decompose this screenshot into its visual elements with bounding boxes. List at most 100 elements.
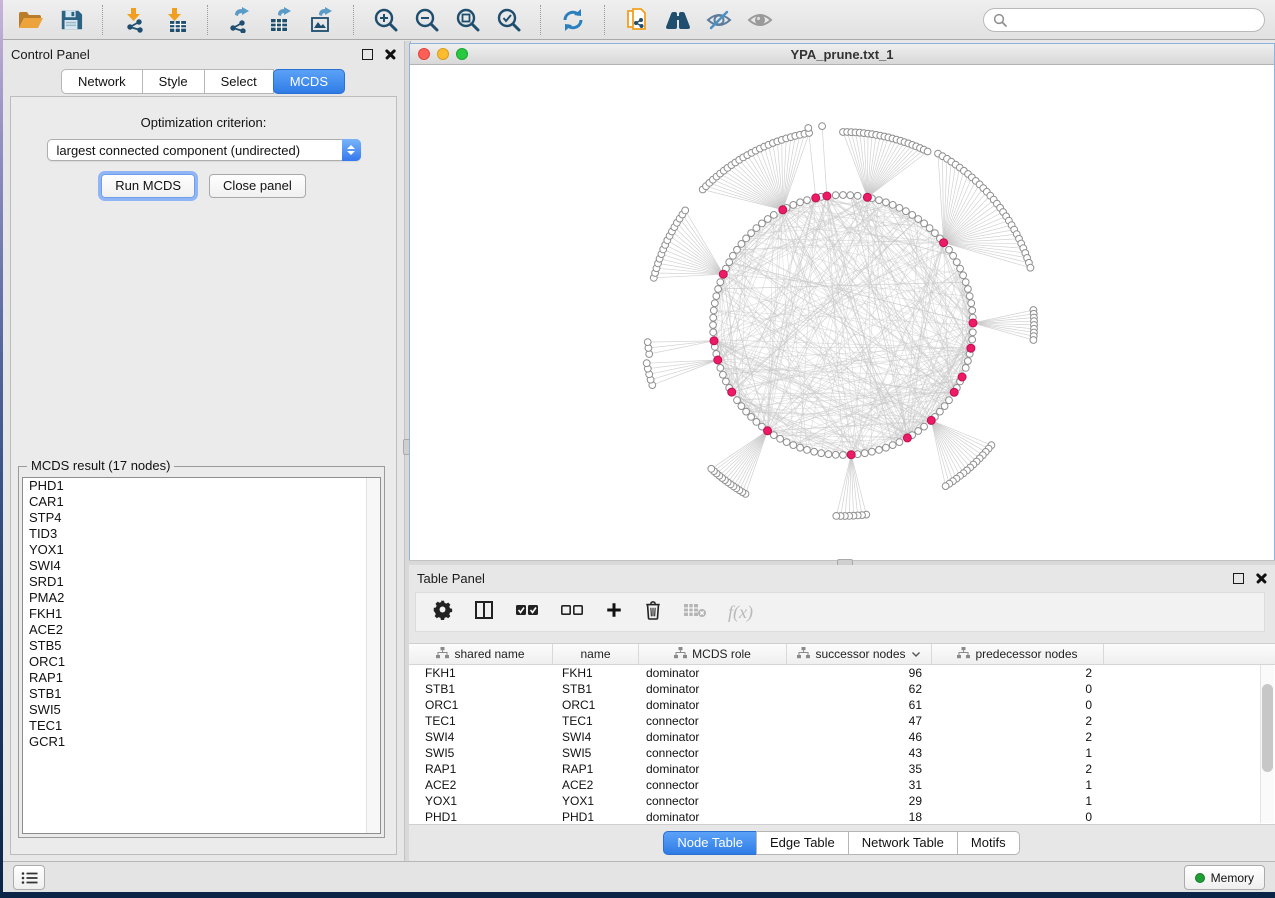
memory-button[interactable]: Memory (1184, 865, 1265, 890)
save-icon[interactable] (54, 4, 88, 36)
toolbar-separator (540, 5, 542, 35)
network-titlebar[interactable]: YPA_prune.txt_1 (410, 44, 1274, 65)
table-row[interactable]: ORC1ORC1dominator610 (409, 697, 1275, 713)
import-network-icon[interactable] (118, 4, 152, 36)
zoom-selected-icon[interactable] (492, 4, 526, 36)
find-icon[interactable] (661, 4, 695, 36)
table-row[interactable]: STB1STB1dominator620 (409, 681, 1275, 697)
table-row[interactable]: PHD1PHD1dominator180 (409, 809, 1275, 825)
mcds-result-item[interactable]: ORC1 (23, 654, 380, 670)
main-toolbar (3, 0, 1275, 40)
close-panel-button[interactable]: Close panel (209, 174, 306, 198)
mcds-result-item[interactable]: GCR1 (23, 734, 380, 750)
tab-network[interactable]: Network (61, 69, 143, 94)
show-all-icon[interactable] (743, 4, 777, 36)
scrollbar-thumb[interactable] (1262, 684, 1273, 772)
criterion-dropdown[interactable]: largest connected component (undirected) (47, 139, 361, 161)
status-bar: Memory (3, 861, 1275, 892)
hide-selected-icon[interactable] (702, 4, 736, 36)
table-row[interactable]: ACE2ACE2connector311 (409, 777, 1275, 793)
mcds-result-item[interactable]: STP4 (23, 510, 380, 526)
dropdown-stepper-icon (342, 139, 361, 161)
mcds-result-item[interactable]: PMA2 (23, 590, 380, 606)
tab-motifs[interactable]: Motifs (957, 831, 1020, 855)
zoom-in-icon[interactable] (369, 4, 403, 36)
mcds-result-item[interactable]: STB5 (23, 638, 380, 654)
table-panel-title: Table Panel (417, 571, 485, 586)
table-body: FKH1FKH1dominator962STB1STB1dominator620… (409, 665, 1275, 825)
control-panel-titlebar: Control Panel (3, 41, 404, 67)
mcds-panel: Optimization criterion: largest connecte… (10, 96, 397, 855)
column-header-name[interactable]: name (553, 644, 639, 664)
refresh-layout-icon[interactable] (556, 4, 590, 36)
tab-mcds[interactable]: MCDS (273, 69, 345, 94)
add-row-icon[interactable] (605, 601, 623, 624)
clone-network-icon[interactable] (620, 4, 654, 36)
tab-network-table[interactable]: Network Table (848, 831, 958, 855)
network-window: YPA_prune.txt_1 (409, 43, 1275, 560)
column-header-shared-name[interactable]: shared name (409, 644, 553, 664)
column-header-MCDS-role[interactable]: MCDS role (639, 644, 787, 664)
table-header: shared namenameMCDS rolesuccessor nodesp… (409, 644, 1275, 665)
network-canvas[interactable] (410, 65, 1274, 561)
toolbar-separator (102, 5, 104, 35)
table-row[interactable]: SWI5SWI5connector431 (409, 745, 1275, 761)
table-row[interactable]: FKH1FKH1dominator962 (409, 665, 1275, 681)
gear-icon[interactable] (432, 599, 453, 625)
mcds-list-scrollbar[interactable] (366, 478, 380, 833)
mcds-result-item[interactable]: STB1 (23, 686, 380, 702)
optimization-label: Optimization criterion: (11, 115, 396, 130)
mcds-result-item[interactable]: PHD1 (23, 478, 380, 494)
select-all-icon[interactable] (515, 603, 539, 622)
float-panel-icon[interactable] (1233, 573, 1244, 584)
mcds-result-item[interactable]: SWI4 (23, 558, 380, 574)
export-table-icon[interactable] (264, 4, 298, 36)
network-window-title: YPA_prune.txt_1 (410, 47, 1274, 62)
close-panel-icon[interactable] (385, 49, 396, 60)
mcds-result-item[interactable]: SRD1 (23, 574, 380, 590)
mcds-result-list[interactable]: PHD1CAR1STP4TID3YOX1SWI4SRD1PMA2FKH1ACE2… (22, 477, 381, 834)
export-network-icon[interactable] (223, 4, 257, 36)
control-tabs: NetworkStyleSelectMCDS (3, 69, 404, 94)
search-field[interactable] (983, 8, 1265, 32)
column-header-successor-nodes[interactable]: successor nodes (787, 644, 932, 664)
mcds-result-item[interactable]: CAR1 (23, 494, 380, 510)
mcds-result-item[interactable]: TEC1 (23, 718, 380, 734)
mcds-result-item[interactable]: TID3 (23, 526, 380, 542)
toolbar-separator (353, 5, 355, 35)
mcds-result-item[interactable]: YOX1 (23, 542, 380, 558)
close-panel-icon[interactable] (1256, 573, 1267, 584)
table-scrollbar[interactable] (1260, 665, 1274, 823)
export-image-icon[interactable] (305, 4, 339, 36)
tab-edge-table[interactable]: Edge Table (756, 831, 849, 855)
task-history-button[interactable] (13, 865, 45, 890)
node-table: shared namenameMCDS rolesuccessor nodesp… (409, 643, 1275, 825)
table-row[interactable]: SWI4SWI4dominator462 (409, 729, 1275, 745)
table-row[interactable]: TEC1TEC1connector472 (409, 713, 1275, 729)
zoom-out-icon[interactable] (410, 4, 444, 36)
mcds-result-item[interactable]: RAP1 (23, 670, 380, 686)
mcds-result-group: MCDS result (17 nodes) PHD1CAR1STP4TID3Y… (18, 466, 385, 838)
delete-row-icon[interactable] (644, 600, 662, 625)
float-panel-icon[interactable] (362, 49, 373, 60)
mcds-result-item[interactable]: FKH1 (23, 606, 380, 622)
deselect-all-icon[interactable] (560, 603, 584, 622)
list-icon (21, 871, 38, 885)
table-row[interactable]: YOX1YOX1connector291 (409, 793, 1275, 809)
tab-select[interactable]: Select (204, 69, 274, 94)
mcds-result-item[interactable]: SWI5 (23, 702, 380, 718)
open-icon[interactable] (13, 4, 47, 36)
criterion-value: largest connected component (undirected) (48, 143, 342, 158)
column-header-predecessor-nodes[interactable]: predecessor nodes (932, 644, 1104, 664)
tab-node-table[interactable]: Node Table (663, 831, 757, 855)
mcds-result-item[interactable]: ACE2 (23, 622, 380, 638)
zoom-fit-icon[interactable] (451, 4, 485, 36)
table-row[interactable]: RAP1RAP1dominator352 (409, 761, 1275, 777)
tab-style[interactable]: Style (142, 69, 205, 94)
import-table-icon[interactable] (159, 4, 193, 36)
split-column-icon[interactable] (474, 600, 494, 625)
search-input[interactable] (1013, 12, 1255, 28)
sort-caret-icon[interactable] (911, 647, 921, 661)
run-mcds-button[interactable]: Run MCDS (101, 174, 195, 198)
control-panel: Control Panel NetworkStyleSelectMCDS Opt… (3, 41, 404, 862)
